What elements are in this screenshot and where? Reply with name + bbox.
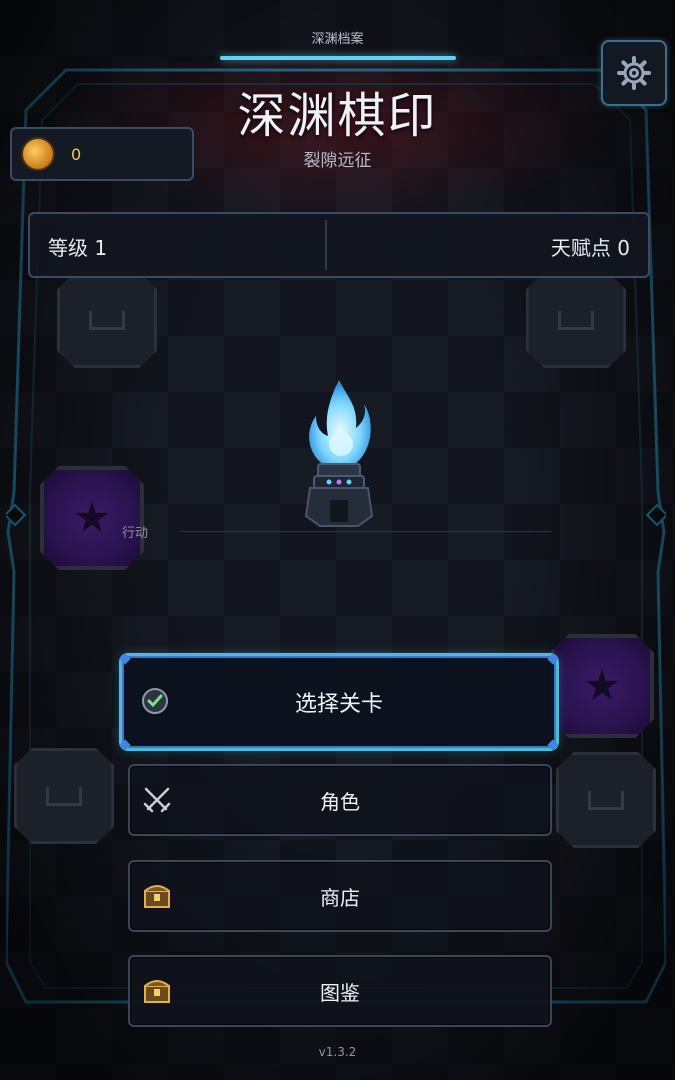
currency-display: 0	[10, 127, 194, 181]
void-star-icon	[585, 669, 619, 700]
shop-button[interactable]: 商店	[128, 860, 552, 932]
tab-title[interactable]: 深渊档案	[0, 28, 675, 47]
board-tile	[556, 752, 656, 848]
void-portal-tile	[40, 466, 144, 570]
character-button[interactable]: 角色	[128, 764, 552, 836]
void-portal-tile	[550, 634, 654, 738]
level-label: 等级 1	[48, 236, 108, 260]
crown-mark-icon	[588, 790, 624, 810]
void-star-icon	[75, 501, 109, 532]
board-tile	[14, 748, 114, 844]
select-stage-button[interactable]: 选择关卡	[119, 653, 559, 751]
stats-divider	[325, 220, 327, 270]
board-tile	[526, 272, 626, 368]
shop-label: 商店	[320, 885, 360, 910]
version-label: v1.3.2	[318, 1045, 357, 1059]
currency-value: 0	[71, 144, 82, 164]
blue-flame-brazier-icon	[296, 376, 382, 536]
active-tab-indicator	[220, 56, 456, 60]
coin-icon	[21, 137, 55, 171]
crown-mark-icon	[46, 786, 82, 806]
action-divider	[180, 531, 552, 532]
crown-mark-icon	[89, 310, 125, 330]
codex-button[interactable]: 图鉴	[128, 955, 552, 1027]
board-tile	[57, 272, 157, 368]
action-label: 行动	[122, 526, 149, 541]
talent-points-label: 天赋点 0	[550, 236, 630, 260]
character-label: 角色	[320, 789, 360, 814]
select-stage-label: 选择关卡	[294, 692, 383, 717]
player-stats-bar: 等级 1 天赋点 0	[28, 212, 650, 278]
crown-mark-icon	[558, 310, 594, 330]
codex-label: 图鉴	[320, 980, 360, 1005]
